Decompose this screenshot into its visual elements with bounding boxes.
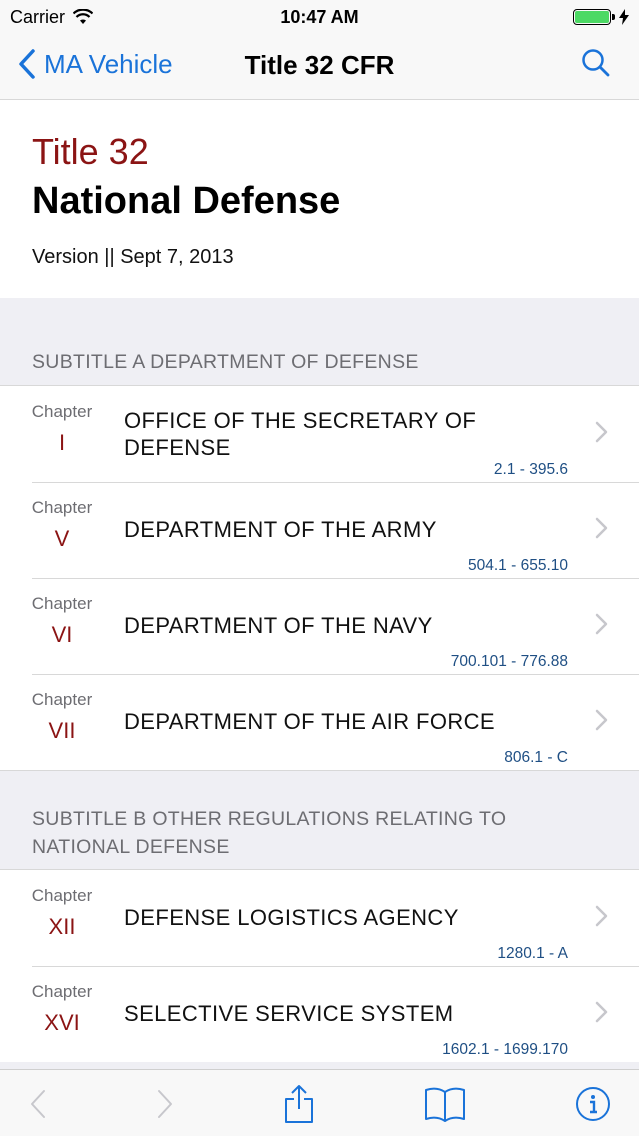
- chevron-right-icon: [158, 1089, 172, 1118]
- chapter-label: Chapter: [31, 498, 93, 517]
- chapter-row[interactable]: Chapter V DEPARTMENT OF THE ARMY 504.1 -…: [0, 482, 639, 578]
- chapter-range: 2.1 - 395.6: [493, 461, 568, 478]
- chapter-row[interactable]: Chapter XII DEFENSE LOGISTICS AGENCY 128…: [0, 870, 639, 966]
- battery-indicator: [573, 9, 629, 25]
- status-left: Carrier: [10, 6, 94, 28]
- wifi-icon: [73, 9, 94, 24]
- battery-icon: [573, 9, 611, 25]
- chapter-range: 504.1 - 655.10: [468, 557, 568, 574]
- chapter-title: SELECTIVE SERVICE SYSTEM: [124, 1001, 454, 1026]
- chapter-title: DEPARTMENT OF THE NAVY: [124, 613, 433, 638]
- chevron-right-icon: [595, 905, 608, 927]
- nav-title: Title 32 CFR: [244, 50, 395, 80]
- chapter-range: 1602.1 - 1699.170: [442, 1041, 568, 1058]
- bookmarks-button[interactable]: [422, 1070, 468, 1136]
- title-number: Title 32: [32, 131, 149, 172]
- chapter-row[interactable]: Chapter VII DEPARTMENT OF THE AIR FORCE …: [0, 674, 639, 770]
- charging-bolt-icon: [619, 9, 629, 25]
- chevron-right-icon: [595, 1001, 608, 1023]
- chapter-row[interactable]: Chapter XVI SELECTIVE SERVICE SYSTEM 160…: [0, 966, 639, 1062]
- chapter-title: OFFICE OF THE SECRETARY OF DEFENSE: [124, 408, 477, 460]
- bottom-toolbar: [0, 1069, 639, 1136]
- chapter-row[interactable]: Chapter VI DEPARTMENT OF THE NAVY 700.10…: [0, 578, 639, 674]
- chapter-label: Chapter: [31, 982, 93, 1001]
- chapter-label: Chapter: [31, 690, 93, 709]
- carrier-label: Carrier: [10, 6, 66, 27]
- chapter-number: XVI: [44, 1010, 80, 1035]
- chevron-right-icon: [595, 613, 608, 635]
- chapter-range: 806.1 - C: [504, 749, 568, 766]
- chapter-title: DEFENSE LOGISTICS AGENCY: [124, 905, 459, 930]
- chapter-number: VI: [51, 622, 73, 647]
- info-button[interactable]: [573, 1070, 613, 1136]
- search-button[interactable]: [581, 48, 611, 83]
- chapter-range: 1280.1 - A: [497, 945, 568, 962]
- toolbar-back-button[interactable]: [18, 1070, 58, 1136]
- book-icon: [425, 1087, 465, 1122]
- chapter-label: Chapter: [31, 402, 93, 421]
- navigation-bar: MA Vehicle Title 32 CFR: [0, 34, 639, 100]
- chapter-number: VII: [48, 718, 76, 743]
- chapter-list-subtitle-b: Chapter XII DEFENSE LOGISTICS AGENCY 128…: [0, 869, 639, 1062]
- title-name: National Defense: [32, 180, 341, 222]
- chevron-right-icon: [595, 709, 608, 731]
- chevron-right-icon: [595, 421, 608, 443]
- info-icon: [576, 1086, 610, 1121]
- chevron-left-icon: [31, 1089, 45, 1118]
- chapter-list-subtitle-a: Chapter I OFFICE OF THE SECRETARY OF DEF…: [0, 385, 639, 771]
- chapter-range: 700.101 - 776.88: [450, 653, 568, 670]
- chapter-row[interactable]: Chapter I OFFICE OF THE SECRETARY OF DEF…: [0, 386, 639, 482]
- search-icon: [582, 49, 610, 77]
- chapter-number: I: [58, 430, 66, 455]
- chapter-title: DEPARTMENT OF THE ARMY: [124, 517, 437, 542]
- status-bar: Carrier 10:47 AM: [0, 0, 639, 34]
- chapter-label: Chapter: [31, 886, 93, 905]
- section-header-subtitle-b: SUBTITLE B OTHER REGULATIONS RELATING TO…: [32, 808, 507, 858]
- chapter-title: DEPARTMENT OF THE AIR FORCE: [124, 709, 495, 734]
- version-label: Version || Sept 7, 2013: [32, 246, 234, 268]
- toolbar-forward-button[interactable]: [145, 1070, 185, 1136]
- share-icon: [285, 1084, 313, 1123]
- title-header: Title 32 National Defense Version || Sep…: [0, 100, 639, 298]
- section-header-subtitle-a: SUBTITLE A DEPARTMENT OF DEFENSE: [32, 351, 419, 373]
- share-button[interactable]: [278, 1070, 320, 1136]
- chapter-number: V: [54, 526, 70, 551]
- chapter-label: Chapter: [31, 594, 93, 613]
- chapter-number: XII: [48, 914, 76, 939]
- status-time: 10:47 AM: [280, 6, 359, 27]
- chevron-right-icon: [595, 517, 608, 539]
